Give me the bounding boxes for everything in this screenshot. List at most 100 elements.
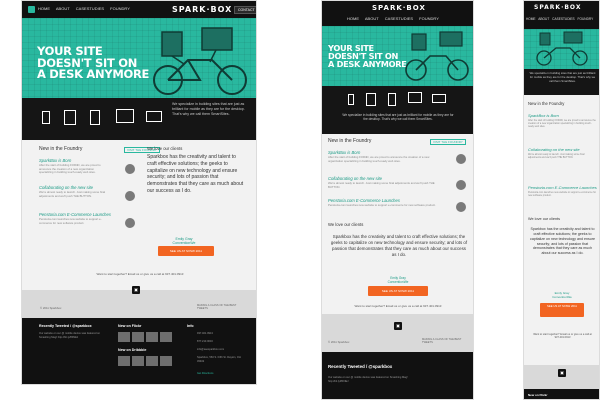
post-title[interactable]: SparkBox is Born — [528, 113, 597, 118]
top-nav-bar: SPARK·BOX HOME ABOUT CASESTUDIES FOUNDRY — [524, 1, 599, 29]
devices-description: We specialize in building sites that are… — [342, 113, 454, 122]
client-attribution: Emily Gray ConventionWe — [387, 276, 409, 284]
foundry-post[interactable]: Penstoria.com E-Commerce Launches Pensto… — [328, 198, 468, 212]
sxsw-cta-button[interactable]: SEE US AT SXSW 2011 — [368, 286, 428, 296]
foundry-post[interactable]: Penstoria.com E-Commerce Launches Pensto… — [528, 185, 597, 197]
hero-banner — [524, 29, 599, 69]
sparkbox-logo[interactable]: SPARK·BOX — [372, 4, 426, 12]
contact-line: Want to start together? Email us or give… — [533, 333, 592, 339]
desktop-screenshot: HOME ABOUT CASESTUDIES FOUNDRY SPARK·BOX… — [21, 0, 257, 385]
post-excerpt: We're almost ready to launch. Just makin… — [328, 181, 435, 189]
tweets-text: Our website on our @ mobile device was f… — [328, 376, 408, 383]
footer: Recently Tweeted / @sparkbox Our website… — [22, 318, 256, 384]
monitor-device-icon — [408, 92, 422, 103]
clients-title: We love our clients — [528, 217, 561, 221]
chart-post-icon — [456, 202, 466, 212]
tagline: MAKING A CLASS OF THE BEST TWEETS — [197, 304, 237, 310]
tweets-title: Recently Tweeted / @sparkbox — [328, 364, 393, 369]
visit-foundry-button[interactable]: VISIT THE FOUNDRY — [430, 139, 466, 145]
content-section: New in the Foundry VISIT THE FOUNDRY Spa… — [322, 134, 473, 314]
sparkbox-badge-icon: ▣ — [394, 322, 402, 330]
devices-description: We specialize in building sites that are… — [172, 102, 245, 116]
hero-headline: YOUR SITE DOESN'T SIT ON A DESK ANYMORE — [328, 43, 407, 70]
devices-bar: We specialize in building sites that are… — [322, 86, 473, 134]
hero-banner: YOUR SITE DOESN'T SIT ON A DESK ANYMORE — [22, 18, 256, 98]
contact-line: Want to start together? Email us or give… — [96, 272, 184, 276]
laptop-device-icon — [146, 111, 162, 122]
copyright: © 2011 Sparkbox — [40, 306, 62, 310]
sparkbox-logo[interactable]: SPARK·BOX — [172, 5, 232, 14]
devices-bar: We specialize in building sites that are… — [524, 69, 599, 95]
sparkbox-badge-icon: ▣ — [558, 369, 566, 377]
post-excerpt: After the start of building FOR4D, we ar… — [328, 155, 430, 163]
info-email[interactable]: info@seesparkbox.com — [197, 348, 224, 352]
tagline: MAKING A CLASS OF THE BEST TWEETS — [422, 338, 462, 344]
main-nav: HOME ABOUT CASESTUDIES FOUNDRY — [526, 17, 594, 21]
devices-bar: We specialize in building sites that are… — [22, 98, 256, 140]
content-section: New in the Foundry SparkBox is Born Afte… — [524, 95, 599, 365]
top-nav-bar: SPARK·BOX HOME ABOUT CASESTUDIES FOUNDRY — [322, 1, 473, 26]
sparkbox-logo[interactable]: SPARK·BOX — [534, 4, 581, 11]
client-quote: Sparkbox has the creativity and talent t… — [530, 227, 595, 256]
post-excerpt: Penstoria.com launches new website to su… — [328, 203, 436, 207]
copyright: © 2011 Sparkbox — [328, 340, 350, 344]
foundry-post[interactable]: SparkBox is Born After the start of buil… — [39, 158, 139, 175]
sparkbox-post-icon — [125, 191, 135, 201]
nav-home[interactable]: HOME — [38, 6, 50, 11]
sxsw-cta-button[interactable]: SEE US AT SXSW 2011 — [540, 303, 584, 317]
foundry-title: New in the Foundry — [328, 138, 372, 144]
monitor-device-icon — [116, 109, 134, 123]
home-icon[interactable] — [28, 6, 35, 13]
client-quote: Sparkbox has the creativity and talent t… — [147, 154, 244, 194]
main-nav: HOME ABOUT CASESTUDIES FOUNDRY — [347, 16, 439, 21]
phone-device-icon — [348, 94, 354, 105]
post-excerpt: After the start of building FOR4D, we ar… — [528, 119, 596, 129]
info-address: Sparkbox, 563 S. Fifth St. Dayton, OH 45… — [197, 356, 241, 363]
foundry-post[interactable]: SparkBox is Born After the start of buil… — [528, 113, 597, 128]
content-section: New in the Foundry VISIT THE FOUNDRY We … — [22, 140, 256, 290]
client-attribution: Emily Gray ConventionWe — [172, 237, 196, 245]
ereader-device-icon — [388, 93, 396, 106]
contact-button[interactable]: CONTACT — [234, 6, 256, 14]
post-title[interactable]: Collaborating on the new site — [528, 147, 597, 152]
copyright-bar: ▣ © 2011 Sparkbox MAKING A CLASS OF THE … — [22, 286, 256, 318]
footer: Recently Tweeted / @sparkbox Our website… — [322, 352, 473, 399]
hero-headline: YOUR SITE DOESN'T SIT ON A DESK ANYMORE — [37, 44, 150, 81]
foundry-post[interactable]: Collaborating on the new site We're almo… — [328, 176, 468, 190]
sparkbox-post-icon — [456, 154, 466, 164]
top-nav-bar: HOME ABOUT CASESTUDIES FOUNDRY SPARK·BOX… — [22, 1, 256, 18]
hero-banner: YOUR SITE DOESN'T SIT ON A DESK ANYMORE — [322, 26, 473, 86]
info-title: Info — [187, 324, 194, 328]
foundry-post[interactable]: SparkBox is Born After the start of buil… — [328, 150, 468, 164]
info-phone2[interactable]: 877.213.0016 — [197, 340, 213, 344]
client-quote: Sparkbox has the creativity and talent t… — [330, 234, 468, 257]
client-attribution: Emily Gray ConventionWe — [552, 291, 572, 299]
tablet-screenshot: SPARK·BOX HOME ABOUT CASESTUDIES FOUNDRY… — [321, 0, 474, 400]
post-excerpt: We're almost ready to launch. Just makin… — [39, 190, 106, 198]
foundry-title: New in the Foundry — [528, 101, 565, 106]
main-nav: HOME ABOUT CASESTUDIES FOUNDRY — [38, 6, 135, 11]
bike-illustration-icon — [405, 31, 469, 81]
footer: New on Flickr — [524, 389, 599, 399]
post-excerpt: We're almost ready to launch. Just makin… — [528, 153, 585, 160]
directions-link[interactable]: Get Directions — [197, 372, 213, 376]
devices-description: We specialize in building sites that are… — [529, 71, 596, 83]
clients-title: We love our clients — [147, 146, 183, 151]
post-excerpt: Penstoria.com launches new website to su… — [528, 191, 597, 198]
chart-post-icon — [125, 218, 135, 228]
sparkbox-post-icon — [456, 180, 466, 190]
tweets-text: Our website on our @ mobile device was f… — [39, 332, 101, 339]
phone-device-icon — [42, 111, 50, 124]
nav-about[interactable]: ABOUT — [56, 6, 70, 11]
sxsw-cta-button[interactable]: SEE US AT SXSW 2011 — [158, 246, 214, 256]
post-title[interactable]: Penstoria.com E-Commerce Launches — [528, 185, 597, 190]
laptop-device-icon — [432, 94, 446, 103]
tablet-device-icon — [366, 93, 376, 106]
nav-casestudies[interactable]: CASESTUDIES — [76, 6, 104, 11]
info-phone[interactable]: 937.401.0913 — [197, 332, 213, 336]
foundry-post[interactable]: Collaborating on the new site We're almo… — [528, 147, 597, 159]
nav-foundry[interactable]: FOUNDRY — [110, 6, 130, 11]
screenshot-canvas: { "brand": {"logo": "SPARK·BOX", "accent… — [0, 0, 600, 400]
foundry-post[interactable]: Penstoria.com E-Commerce Launches Pensto… — [39, 212, 139, 228]
foundry-post[interactable]: Collaborating on the new site We're almo… — [39, 185, 139, 201]
